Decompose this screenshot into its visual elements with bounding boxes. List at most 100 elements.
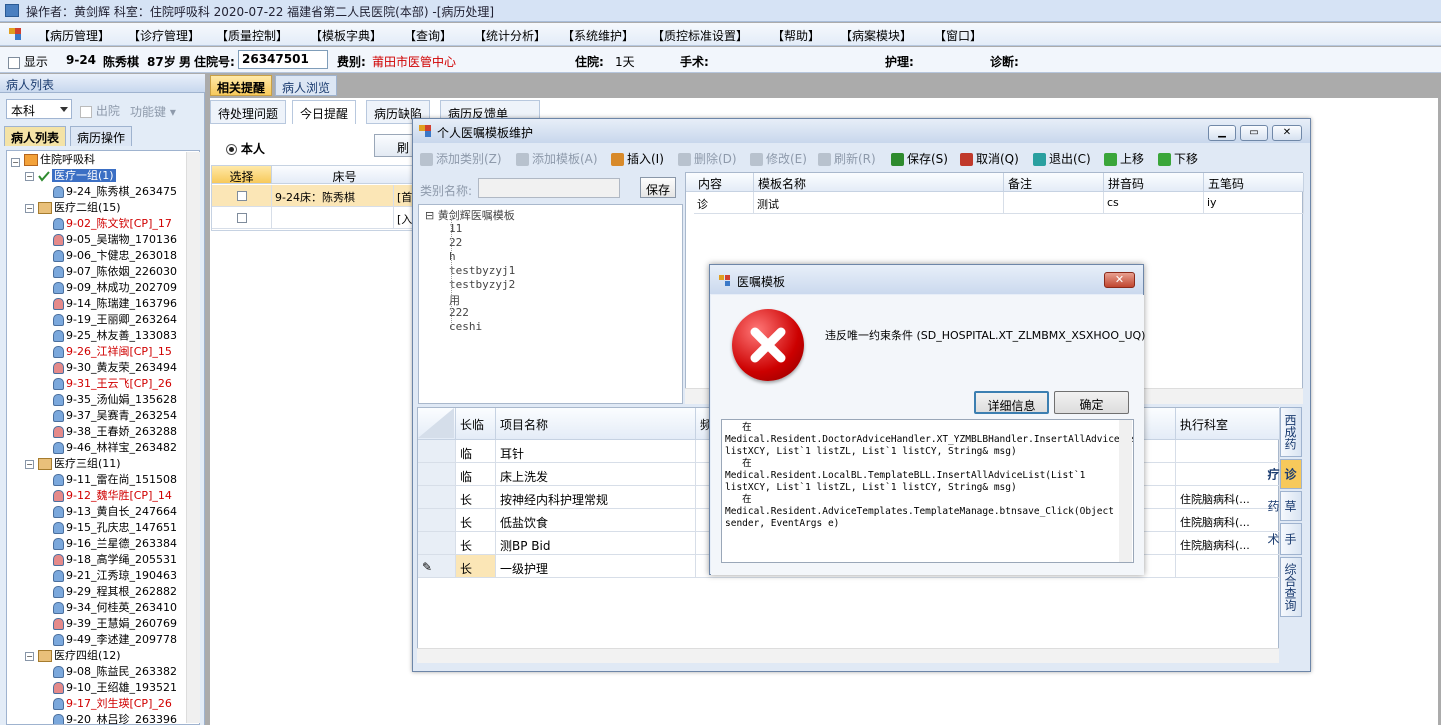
app-menu-icon[interactable] [8,27,22,41]
close-icon[interactable]: ✕ [1104,272,1135,288]
row-header[interactable] [418,486,456,509]
tree-patient-item[interactable]: 9-09_林成功_202709 [53,281,177,295]
toolbar-button-0[interactable]: 添加类别(Z) [420,150,502,167]
detail-scrollbar[interactable] [1119,420,1132,562]
tree-group[interactable]: − 医疗三组(11) [25,457,121,471]
advice-name-cell[interactable]: 一级护理 [496,555,696,578]
tree-patient-item[interactable]: 9-31_王云飞[CP]_26 [53,377,172,391]
tab-record-operation[interactable]: 病历操作 [70,126,133,146]
menu-qc-standard[interactable]: 【质控标准设置】 [652,27,748,44]
collapse-icon[interactable]: − [25,172,34,181]
row-checkbox[interactable] [236,191,247,201]
advice-type-cell[interactable]: 长 [456,486,496,509]
tree-patient-item[interactable]: 9-39_王慧娟_260769 [53,617,177,631]
category-save-button[interactable]: 保存 [640,177,676,198]
discharge-toggle[interactable]: 出院 [80,102,120,119]
tree-patient-item[interactable]: 9-37_吴赛青_263254 [53,409,177,423]
tab-related-reminders[interactable]: 相关提醒 [210,75,273,96]
menu-quality[interactable]: 【质量控制】 [216,27,288,44]
function-key-dropdown[interactable]: 功能键 ▾ [130,103,176,120]
tree-patient-item[interactable]: 9-10_王绍雄_193521 [53,681,177,695]
row-select-cell[interactable] [212,185,272,207]
advice-grid-hscrollbar[interactable] [417,648,1279,663]
menu-query[interactable]: 【查询】 [404,27,452,44]
side-tab-treatment[interactable]: 诊疗 [1266,459,1302,489]
toolbar-button-2[interactable]: 插入(I) [611,150,664,167]
tree-root[interactable]: − 住院呼吸科 [11,153,95,167]
toolbar-button-9[interactable]: 上移 [1104,150,1144,167]
template-cell[interactable]: iy [1204,192,1304,214]
toolbar-button-8[interactable]: 退出(C) [1033,150,1091,167]
tree-group[interactable]: − 医疗二组(15) [25,201,121,215]
menu-template[interactable]: 【模板字典】 [310,27,382,44]
maximize-icon[interactable]: ▭ [1240,125,1268,141]
row-header[interactable] [418,463,456,486]
tree-patient-item[interactable]: 9-12_魏华胜[CP]_14 [53,489,172,503]
row-header[interactable] [418,509,456,532]
tab-patient-list[interactable]: 病人列表 [4,126,67,146]
side-tab-comprehensive-query[interactable]: 综合查询 [1280,557,1302,617]
row-select-cell[interactable] [212,207,272,229]
show-toggle[interactable]: 显示 [8,53,48,70]
tree-scrollbar[interactable] [186,152,200,723]
advice-name-cell[interactable]: 按神经内科护理常规 [496,486,696,509]
tree-patient-item[interactable]: 9-26_江祥闽[CP]_15 [53,345,172,359]
detail-info-button[interactable]: 详细信息 [974,391,1049,414]
template-tree-item[interactable]: ceshi [449,320,482,333]
side-tab-surgery[interactable]: 手术 [1266,523,1302,555]
inpatient-no-field[interactable]: 26347501 [238,50,328,69]
close-icon[interactable]: ✕ [1272,125,1302,141]
discharge-checkbox[interactable] [80,105,92,118]
advice-name-cell[interactable]: 耳针 [496,440,696,463]
tree-patient-item[interactable]: 9-06_卞健忠_263018 [53,249,177,263]
tree-patient-item[interactable]: 9-34_何桂英_263410 [53,601,177,615]
tree-group[interactable]: − 医疗一组(1) [25,169,116,183]
row-header[interactable] [418,440,456,463]
radio-icon[interactable] [226,144,237,155]
row-header[interactable]: ✎ [418,555,456,578]
row-bed-cell[interactable]: 9-24床：陈秀棋 [272,185,394,207]
template-tree-item[interactable]: testbyzyj2 [449,278,515,291]
advice-name-cell[interactable]: 床上洗发 [496,463,696,486]
tree-patient-item[interactable]: 9-05_吴瑞物_170136 [53,233,177,247]
category-name-input[interactable] [478,178,620,198]
tree-patient-item[interactable]: 9-35_汤仙娟_135628 [53,393,177,407]
advice-name-cell[interactable]: 低盐饮食 [496,509,696,532]
tree-patient-item[interactable]: 9-29_程其根_262882 [53,585,177,599]
self-radio[interactable]: 本人 [226,140,265,157]
tree-patient-item[interactable]: 9-21_江秀琼_190463 [53,569,177,583]
ok-button[interactable]: 确定 [1054,391,1129,414]
tree-patient-item[interactable]: 9-16_兰星德_263384 [53,537,177,551]
toolbar-button-1[interactable]: 添加模板(A) [516,150,598,167]
advice-dept-cell[interactable] [1176,440,1280,463]
menu-medical-record[interactable]: 【病历管理】 [38,27,110,44]
menu-help[interactable]: 【帮助】 [772,27,820,44]
tree-patient-item[interactable]: 9-38_王春娇_263288 [53,425,177,439]
toolbar-button-7[interactable]: 取消(Q) [960,150,1019,167]
menu-system[interactable]: 【系统维护】 [562,27,634,44]
show-checkbox[interactable] [8,56,20,69]
toolbar-button-10[interactable]: 下移 [1158,150,1198,167]
tree-patient-item[interactable]: 9-19_王丽卿_263264 [53,313,177,327]
template-tree-item[interactable]: h [449,250,456,263]
row-header[interactable] [418,532,456,555]
advice-dept-cell[interactable]: 住院脑病科(... [1176,509,1280,532]
minimize-icon[interactable]: ▁ [1208,125,1236,141]
advice-dept-cell[interactable] [1176,555,1280,578]
tab-pending-issues[interactable]: 待处理问题 [210,100,287,124]
tab-patient-browse[interactable]: 病人浏览 [275,75,338,96]
tree-patient-item[interactable]: 9-17_刘生瑛[CP]_26 [53,697,172,711]
tree-patient-item[interactable]: 9-07_陈依姻_226030 [53,265,177,279]
collapse-icon[interactable]: − [25,460,34,469]
tab-today-reminder[interactable]: 今日提醒 [292,100,357,124]
tree-patient-item[interactable]: 9-02_陈文钦[CP]_17 [53,217,172,231]
collapse-icon[interactable]: − [25,652,34,661]
template-cell[interactable] [1004,192,1104,214]
tree-patient-item[interactable]: 9-24_陈秀棋_263475 [53,185,177,199]
template-cell[interactable]: 测试 [754,192,1004,214]
toolbar-button-6[interactable]: 保存(S) [891,150,948,167]
template-tree-item[interactable]: testbyzyj1 [449,264,515,277]
tree-patient-item[interactable]: 9-13_黄自长_247664 [53,505,177,519]
menu-window[interactable]: 【窗口】 [934,27,982,44]
menu-treatment[interactable]: 【诊疗管理】 [128,27,200,44]
